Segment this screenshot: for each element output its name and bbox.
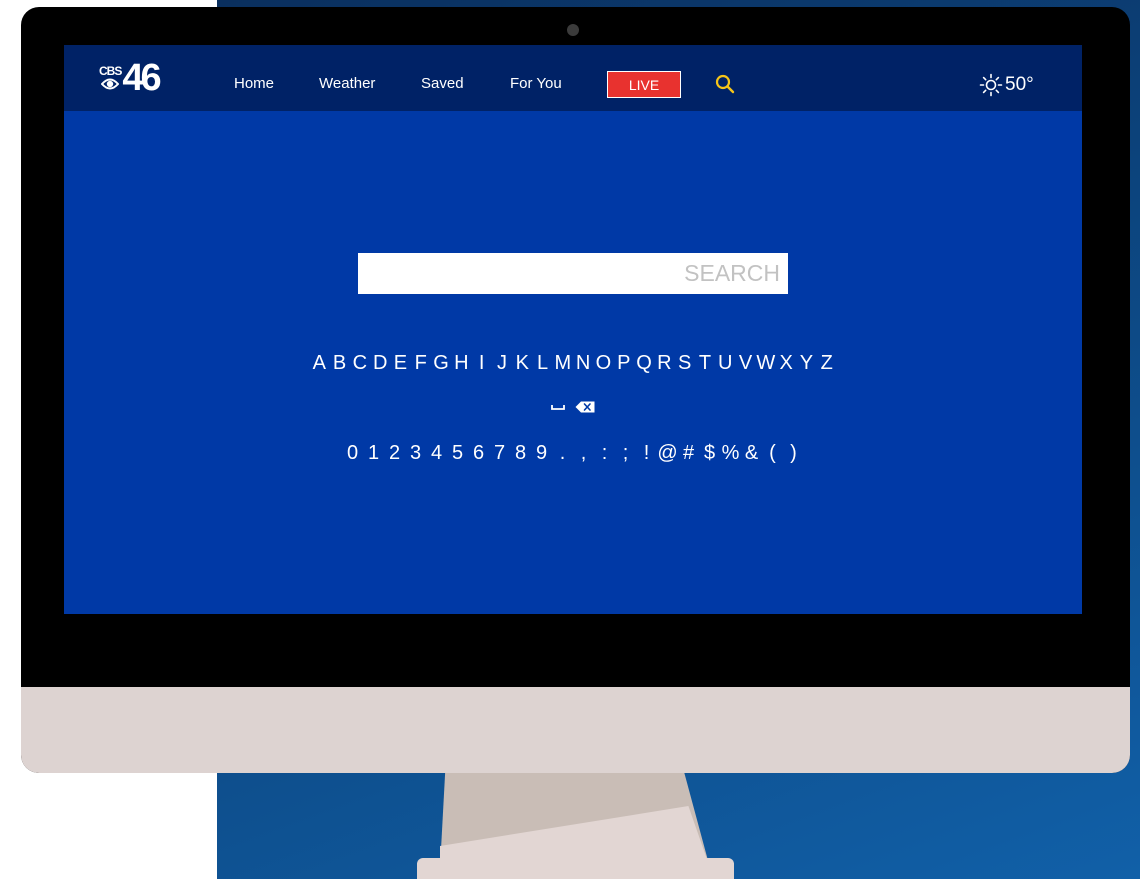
space-key-icon[interactable] [551, 403, 565, 411]
tv-app-screen: CBS 46 Home Weather Saved For You LIVE 5… [64, 45, 1082, 614]
symbol-key[interactable]: 1 [363, 442, 384, 465]
symbol-key[interactable]: 8 [510, 442, 531, 465]
monitor-frame: CBS 46 Home Weather Saved For You LIVE 5… [21, 7, 1130, 773]
letter-key[interactable]: R [654, 352, 674, 375]
symbol-key[interactable]: 0 [342, 442, 363, 465]
symbol-key[interactable]: ) [783, 442, 804, 465]
letter-key[interactable]: S [674, 352, 694, 375]
symbol-key[interactable]: # [678, 442, 699, 465]
nav-home[interactable]: Home [234, 76, 274, 92]
symbol-key[interactable]: 7 [489, 442, 510, 465]
letter-key[interactable]: O [593, 352, 613, 375]
symbol-key[interactable]: @ [657, 442, 678, 465]
letter-key[interactable]: H [451, 352, 471, 375]
symbol-key[interactable]: 2 [384, 442, 405, 465]
letter-key[interactable]: P [614, 352, 634, 375]
symbol-key[interactable]: . [552, 442, 573, 465]
letter-key[interactable]: K [512, 352, 532, 375]
logo-mark: CBS [99, 64, 122, 91]
weather-widget[interactable]: 50° [979, 73, 1034, 97]
letter-keys-row: ABCDEFGHIJKLMNOPQRSTUVWXYZ [64, 352, 1082, 375]
special-keys-row [64, 401, 1082, 413]
letter-key[interactable]: J [492, 352, 512, 375]
backspace-key-icon[interactable] [575, 401, 595, 413]
symbol-key[interactable]: ; [615, 442, 636, 465]
logo-cbs-text: CBS [99, 64, 122, 78]
nav-saved[interactable]: Saved [421, 76, 464, 92]
top-navbar: CBS 46 Home Weather Saved For You LIVE 5… [64, 45, 1082, 111]
letter-key[interactable]: L [532, 352, 552, 375]
symbol-key[interactable]: % [720, 442, 741, 465]
letter-key[interactable]: T [695, 352, 715, 375]
letter-key[interactable]: A [309, 352, 329, 375]
sun-icon [979, 73, 1003, 97]
cbs46-logo[interactable]: CBS 46 [99, 57, 162, 99]
webcam [567, 24, 579, 36]
search-box[interactable] [358, 253, 788, 294]
letter-key[interactable]: V [735, 352, 755, 375]
search-icon[interactable] [715, 74, 735, 94]
monitor-chin [21, 687, 1130, 773]
symbol-key[interactable]: 5 [447, 442, 468, 465]
symbol-key[interactable]: 3 [405, 442, 426, 465]
symbol-key[interactable]: ( [762, 442, 783, 465]
nav-weather[interactable]: Weather [319, 76, 375, 92]
symbol-key[interactable]: & [741, 442, 762, 465]
letter-key[interactable]: Y [796, 352, 816, 375]
symbol-key[interactable]: ! [636, 442, 657, 465]
live-button[interactable]: LIVE [607, 71, 681, 98]
symbol-key[interactable]: 9 [531, 442, 552, 465]
letter-key[interactable]: M [553, 352, 573, 375]
symbol-key[interactable]: , [573, 442, 594, 465]
letter-key[interactable]: G [431, 352, 451, 375]
letter-key[interactable]: Q [634, 352, 654, 375]
letter-key[interactable]: I [472, 352, 492, 375]
symbol-key[interactable]: $ [699, 442, 720, 465]
symbol-key[interactable]: 4 [426, 442, 447, 465]
nav-for-you[interactable]: For You [510, 76, 562, 92]
letter-key[interactable]: N [573, 352, 593, 375]
letter-key[interactable]: W [756, 352, 776, 375]
number-symbol-keys-row: 0 1 2 3 4 5 6 7 8 9.,:;! @ # $% &() [64, 442, 1082, 465]
monitor-stand-foot [417, 858, 734, 879]
letter-key[interactable]: C [350, 352, 370, 375]
letter-key[interactable]: E [390, 352, 410, 375]
letter-key[interactable]: U [715, 352, 735, 375]
symbol-key[interactable]: 6 [468, 442, 489, 465]
letter-key[interactable]: F [411, 352, 431, 375]
letter-key[interactable]: Z [817, 352, 837, 375]
symbol-key[interactable]: : [594, 442, 615, 465]
cbs-eye-icon [101, 78, 120, 90]
temperature: 50° [1005, 74, 1034, 95]
letter-key[interactable]: X [776, 352, 796, 375]
letter-key[interactable]: D [370, 352, 390, 375]
search-input[interactable] [358, 253, 788, 294]
letter-key[interactable]: B [329, 352, 349, 375]
logo-number: 46 [122, 57, 161, 99]
